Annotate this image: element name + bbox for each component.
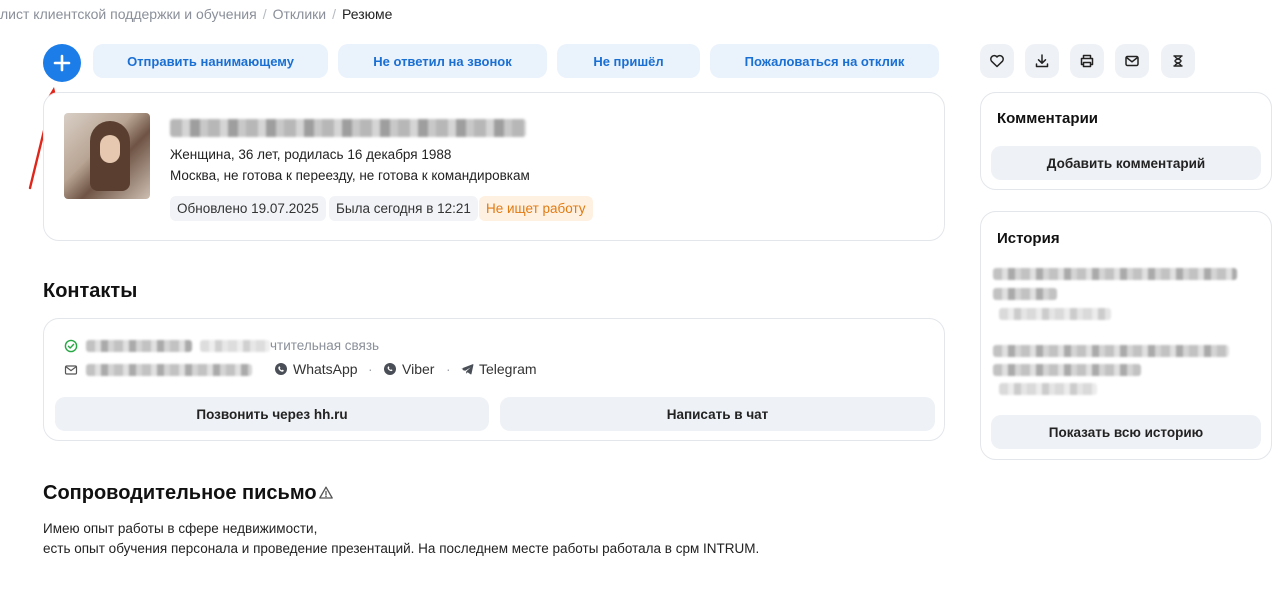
- breadcrumb-separator: /: [262, 6, 267, 22]
- last-seen-badge: Была сегодня в 12:21: [329, 196, 478, 221]
- avatar: [64, 113, 150, 199]
- print-icon: [1080, 54, 1094, 68]
- telegram-label: Telegram: [479, 361, 537, 377]
- share-icon: [1173, 55, 1183, 67]
- email-redacted[interactable]: [86, 364, 252, 376]
- telegram-link[interactable]: Telegram: [460, 361, 537, 377]
- whatsapp-label: WhatsApp: [293, 361, 358, 377]
- viber-label: Viber: [402, 361, 435, 377]
- breadcrumb-current: Резюме: [342, 6, 393, 22]
- breadcrumb-responses[interactable]: Отклики: [273, 6, 327, 22]
- history-entry-redacted: [993, 288, 1057, 300]
- plus-icon: [53, 54, 71, 72]
- phone-note: чтительная связь: [270, 338, 380, 353]
- download-button[interactable]: [1025, 44, 1059, 78]
- mail-icon: [64, 365, 78, 375]
- favorite-button[interactable]: [980, 44, 1014, 78]
- no-answer-call-button[interactable]: Не ответил на звонок: [338, 44, 547, 78]
- heart-icon: [990, 54, 1004, 68]
- cover-letter-line: Имею опыт работы в сфере недвижимости,: [43, 521, 318, 536]
- add-comment-button[interactable]: Добавить комментарий: [991, 146, 1261, 180]
- history-date-redacted: [999, 383, 1097, 395]
- call-via-hh-button[interactable]: Позвонить через hh.ru: [55, 397, 489, 431]
- viber-icon: [384, 363, 396, 375]
- updated-badge: Обновлено 19.07.2025: [170, 196, 326, 221]
- whatsapp-icon: [275, 363, 287, 375]
- whatsapp-link[interactable]: WhatsApp: [274, 361, 358, 377]
- add-button[interactable]: [43, 44, 81, 82]
- contacts-title: Контакты: [43, 280, 138, 302]
- profile-card: Женщина, 36 лет, родилась 16 декабря 198…: [43, 92, 945, 241]
- phone-redacted: [86, 340, 192, 352]
- cover-letter-title: Сопроводительное письмо: [43, 482, 317, 504]
- did-not-come-button[interactable]: Не пришёл: [557, 44, 700, 78]
- phone-note-redacted: [200, 340, 270, 352]
- cover-letter-line: есть опыт обучения персонала и проведени…: [43, 541, 760, 556]
- separator-dot: ·: [446, 361, 451, 377]
- warning-icon[interactable]: [318, 485, 334, 501]
- candidate-name-redacted: [170, 119, 526, 137]
- gender-age-birth: Женщина, 36 лет, родилась 16 декабря 198…: [170, 147, 452, 162]
- job-search-status-badge: Не ищет работу: [479, 196, 593, 221]
- separator-dot: ·: [368, 361, 373, 377]
- telegram-icon: [461, 364, 474, 375]
- print-button[interactable]: [1070, 44, 1104, 78]
- mail-icon: [1125, 55, 1139, 67]
- comments-card: Комментарии Добавить комментарий: [980, 92, 1272, 190]
- comments-title: Комментарии: [997, 110, 1099, 127]
- breadcrumb-vacancy[interactable]: лист клиентской поддержки и обучения: [0, 6, 257, 22]
- check-circle-icon: [64, 339, 78, 353]
- email-button[interactable]: [1115, 44, 1149, 78]
- breadcrumb: лист клиентской поддержки и обучения / Отк…: [0, 6, 392, 22]
- history-date-redacted: [999, 308, 1111, 320]
- download-icon: [1035, 54, 1049, 68]
- viber-link[interactable]: Viber: [383, 361, 434, 377]
- share-button[interactable]: [1161, 44, 1195, 78]
- history-card: История Показать всю историю: [980, 211, 1272, 460]
- location-relocation: Москва, не готова к переезду, не готова …: [170, 168, 530, 183]
- report-response-button[interactable]: Пожаловаться на отклик: [710, 44, 939, 78]
- write-to-chat-button[interactable]: Написать в чат: [500, 397, 935, 431]
- show-all-history-button[interactable]: Показать всю историю: [991, 415, 1261, 449]
- breadcrumb-separator: /: [332, 6, 337, 22]
- send-to-hiring-manager-button[interactable]: Отправить нанимающему: [93, 44, 328, 78]
- contacts-card: чтительная связь WhatsApp · Viber · Tele…: [43, 318, 945, 441]
- history-entry-redacted: [993, 268, 1237, 280]
- history-title: История: [997, 230, 1060, 247]
- history-entry-redacted: [993, 364, 1141, 376]
- history-entry-redacted: [993, 345, 1229, 357]
